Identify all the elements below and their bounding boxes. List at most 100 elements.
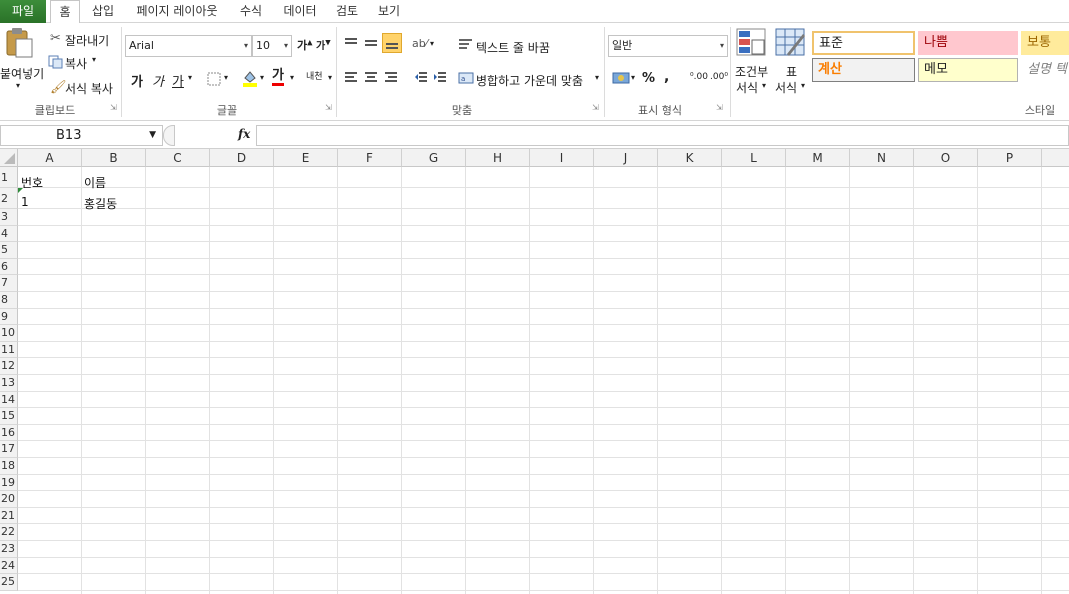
row-header-14[interactable]: 14	[0, 391, 18, 409]
copy-dropdown-icon[interactable]: ▾	[92, 55, 96, 64]
number-format-combo[interactable]: 일반 ▾	[608, 35, 728, 57]
orientation-icon[interactable]: ab⁄	[412, 37, 428, 50]
column-header-h[interactable]: H	[466, 149, 530, 167]
row-header-5[interactable]: 5	[0, 242, 18, 259]
chevron-down-icon[interactable]: ▾	[801, 81, 805, 90]
cut-label[interactable]: 잘라내기	[65, 32, 109, 49]
clipboard-launcher-icon[interactable]: ⇲	[110, 103, 118, 112]
row-header-11[interactable]: 11	[0, 341, 18, 359]
merge-center-label[interactable]: 병합하고 가운데 맞춤	[476, 72, 583, 89]
tab-file[interactable]: 파일	[0, 0, 46, 23]
style-explanatory[interactable]: 설명 텍	[1021, 58, 1069, 82]
row-header-2[interactable]: 2	[0, 188, 18, 209]
font-size-combo[interactable]: 10 ▾	[252, 35, 292, 57]
shrink-font-icon[interactable]: 가▼	[316, 37, 331, 52]
column-header-j[interactable]: J	[594, 149, 658, 167]
fill-color-icon[interactable]	[242, 69, 258, 90]
chevron-down-icon[interactable]: ▾	[595, 73, 599, 82]
column-header-d[interactable]: D	[210, 149, 274, 167]
row-header-19[interactable]: 19	[0, 474, 18, 492]
bold-button[interactable]: 가	[131, 71, 143, 90]
column-header-p[interactable]: P	[978, 149, 1042, 167]
chevron-down-icon[interactable]: ▾	[328, 73, 332, 82]
border-icon[interactable]	[207, 72, 221, 89]
format-as-table-label-2[interactable]: 서식	[775, 79, 797, 96]
style-calculation[interactable]: 계산	[812, 58, 915, 82]
fx-icon[interactable]: fx	[238, 127, 250, 141]
merge-center-icon[interactable]: a	[458, 71, 474, 88]
conditional-format-label-2[interactable]: 서식	[736, 79, 758, 96]
format-painter-label[interactable]: 서식 복사	[65, 80, 113, 97]
column-header-a[interactable]: A	[18, 149, 82, 167]
row-header-9[interactable]: 9	[0, 308, 18, 326]
error-indicator-icon[interactable]	[18, 188, 23, 193]
format-as-table-icon[interactable]	[775, 28, 807, 61]
spreadsheet-grid[interactable]: ABCDEFGHIJKLMNOP 1 2 3 4 5 6 7 8 9 10 11 12 13 14 15 16…	[0, 149, 1069, 594]
grow-font-icon[interactable]: 가▲	[297, 37, 313, 53]
number-launcher-icon[interactable]: ⇲	[716, 103, 724, 112]
column-header-f[interactable]: F	[338, 149, 402, 167]
row-header-7[interactable]: 7	[0, 275, 18, 292]
increase-decimal-icon[interactable]: ⁰.00	[690, 72, 708, 82]
row-header-24[interactable]: 24	[0, 557, 18, 575]
cell-a1[interactable]: 번호	[21, 174, 43, 191]
underline-button[interactable]: 가	[172, 71, 184, 90]
style-neutral[interactable]: 보통	[1021, 31, 1069, 55]
tab-page-layout[interactable]: 페이지 레이아웃	[128, 0, 226, 23]
chevron-down-icon[interactable]: ▾	[430, 39, 434, 48]
decrease-indent-icon[interactable]	[414, 71, 428, 86]
chevron-down-icon[interactable]: ▾	[224, 73, 228, 82]
paste-label[interactable]: 붙여넣기	[0, 65, 44, 82]
chevron-down-icon[interactable]: ▾	[260, 73, 264, 82]
row-header-6[interactable]: 6	[0, 258, 18, 276]
name-box[interactable]: B13 ▼	[0, 125, 163, 146]
paste-dropdown-icon[interactable]: ▾	[16, 81, 20, 90]
currency-icon[interactable]	[612, 70, 630, 89]
row-header-20[interactable]: 20	[0, 491, 18, 508]
row-header-3[interactable]: 3	[0, 209, 18, 226]
font-name-combo[interactable]: Arial ▾	[125, 35, 252, 57]
copy-icon[interactable]	[48, 55, 64, 72]
formula-bar-resize-handle[interactable]	[163, 125, 175, 146]
row-header-23[interactable]: 23	[0, 541, 18, 558]
align-center-icon[interactable]	[364, 71, 378, 86]
row-header-18[interactable]: 18	[0, 458, 18, 475]
alignment-launcher-icon[interactable]: ⇲	[592, 103, 600, 112]
align-bottom-icon[interactable]	[382, 33, 402, 53]
row-header-12[interactable]: 12	[0, 358, 18, 375]
conditional-format-label-1[interactable]: 조건부	[735, 63, 768, 80]
row-header-13[interactable]: 13	[0, 375, 18, 392]
tab-insert[interactable]: 삽입	[86, 0, 120, 23]
tab-view[interactable]: 보기	[372, 0, 406, 23]
column-header-i[interactable]: I	[530, 149, 594, 167]
row-header-16[interactable]: 16	[0, 424, 18, 442]
formula-input[interactable]	[256, 125, 1069, 146]
row-header-8[interactable]: 8	[0, 292, 18, 309]
column-header-m[interactable]: M	[786, 149, 850, 167]
tab-data[interactable]: 데이터	[278, 0, 322, 23]
font-color-button[interactable]: 가	[272, 69, 284, 86]
style-note[interactable]: 메모	[918, 58, 1018, 82]
style-bad[interactable]: 나쁨	[918, 31, 1018, 55]
copy-label[interactable]: 복사	[65, 55, 87, 72]
conditional-format-icon[interactable]	[736, 28, 768, 61]
format-as-table-label-1[interactable]: 표	[786, 63, 797, 80]
tab-home[interactable]: 홈	[50, 0, 80, 24]
cell-b2[interactable]: 홍길동	[84, 195, 117, 212]
chevron-down-icon[interactable]: ▼	[149, 126, 156, 145]
style-normal[interactable]: 표준	[812, 31, 915, 55]
italic-button[interactable]: 가	[152, 71, 164, 90]
cell-b1[interactable]: 이름	[84, 174, 106, 191]
row-header-25[interactable]: 25	[0, 574, 18, 591]
tab-formulas[interactable]: 수식	[234, 0, 268, 23]
comma-button[interactable]: ,	[664, 69, 669, 85]
wrap-text-label[interactable]: 텍스트 줄 바꿈	[476, 39, 550, 56]
cell-a2[interactable]: 1	[21, 195, 29, 209]
cut-icon[interactable]: ✂	[50, 31, 61, 46]
column-header-k[interactable]: K	[658, 149, 722, 167]
align-middle-icon[interactable]	[364, 37, 378, 52]
column-header-b[interactable]: B	[82, 149, 146, 167]
column-header-g[interactable]: G	[402, 149, 466, 167]
font-launcher-icon[interactable]: ⇲	[325, 103, 333, 112]
percent-button[interactable]: %	[642, 71, 655, 86]
